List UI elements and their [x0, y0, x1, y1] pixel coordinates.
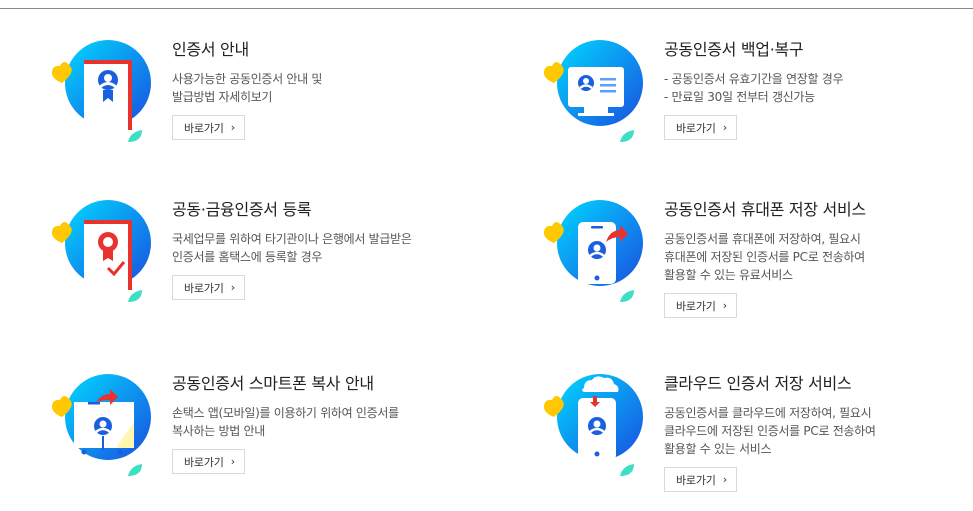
chevron-right-icon: ›: [230, 121, 235, 134]
phone-certificate-icon: [544, 200, 643, 302]
card-description: - 공동인증서 유효기간을 연장할 경우 - 만료일 30일 전부터 갱신가능: [664, 70, 973, 106]
card-title: 인증서 안내: [172, 40, 249, 59]
go-button[interactable]: 바로가기 ›: [664, 115, 737, 140]
description-line: 인증서를 홈택스에 등록할 경우: [172, 250, 323, 264]
service-card-cloud-storage: 클라우드 인증서 저장 서비스 공동인증서를 클라우드에 저장하여, 필요시 클…: [540, 374, 973, 504]
go-button[interactable]: 바로가기 ›: [172, 275, 245, 300]
monitor-certificate-icon: [544, 40, 643, 142]
description-line: - 만료일 30일 전부터 갱신가능: [664, 90, 815, 104]
card-title: 공동인증서 휴대폰 저장 서비스: [664, 200, 866, 219]
chevron-right-icon: ›: [230, 455, 235, 468]
go-button-label: 바로가기: [676, 473, 716, 487]
go-button-label: 바로가기: [184, 121, 224, 135]
cloud-certificate-icon: [544, 374, 643, 476]
chevron-right-icon: ›: [230, 281, 235, 294]
card-description: 손택스 앱(모바일)를 이용하기 위하여 인증서를 복사하는 방법 안내: [172, 404, 502, 440]
description-line: 공동인증서를 클라우드에 저장하여, 필요시: [664, 406, 872, 420]
description-line: 공동인증서를 휴대폰에 저장하여, 필요시: [664, 232, 861, 246]
service-card-certificate-info: 인증서 안내 사용가능한 공동인증서 안내 및 발급방법 자세히보기 바로가기 ›: [48, 40, 488, 170]
description-line: 활용할 수 있는 서비스: [664, 442, 772, 456]
chevron-right-icon: ›: [722, 299, 727, 312]
go-button[interactable]: 바로가기 ›: [172, 115, 245, 140]
chevron-right-icon: ›: [722, 473, 727, 486]
card-title: 클라우드 인증서 저장 서비스: [664, 374, 852, 393]
description-line: 복사하는 방법 안내: [172, 424, 265, 438]
go-button-label: 바로가기: [184, 281, 224, 295]
description-line: 손택스 앱(모바일)를 이용하기 위하여 인증서를: [172, 406, 399, 420]
go-button[interactable]: 바로가기 ›: [664, 293, 737, 318]
chevron-right-icon: ›: [722, 121, 727, 134]
card-description: 사용가능한 공동인증서 안내 및 발급방법 자세히보기: [172, 70, 502, 106]
description-line: 사용가능한 공동인증서 안내 및: [172, 72, 323, 86]
description-line: 클라우드에 저장된 인증서를 PC로 전송하여: [664, 424, 876, 438]
service-card-smartphone-copy: 공동인증서 스마트폰 복사 안내 손택스 앱(모바일)를 이용하기 위하여 인증…: [48, 374, 488, 504]
card-description: 공동인증서를 휴대폰에 저장하여, 필요시 휴대폰에 저장된 인증서를 PC로 …: [664, 230, 973, 284]
service-card-register: 공동·금융인증서 등록 국세업무를 위하여 타기관이나 은행에서 발급받은 인증…: [48, 200, 488, 330]
card-description: 국세업무를 위하여 타기관이나 은행에서 발급받은 인증서를 홈택스에 등록할 …: [172, 230, 502, 266]
service-card-backup-restore: 공동인증서 백업·복구 - 공동인증서 유효기간을 연장할 경우 - 만료일 3…: [540, 40, 973, 170]
register-certificate-icon: [52, 200, 151, 302]
card-description: 공동인증서를 클라우드에 저장하여, 필요시 클라우드에 저장된 인증서를 PC…: [664, 404, 973, 458]
card-title: 공동·금융인증서 등록: [172, 200, 312, 219]
go-button[interactable]: 바로가기 ›: [172, 449, 245, 474]
card-title: 공동인증서 백업·복구: [664, 40, 804, 59]
description-line: 국세업무를 위하여 타기관이나 은행에서 발급받은: [172, 232, 412, 246]
go-button-label: 바로가기: [676, 299, 716, 313]
description-line: 발급방법 자세히보기: [172, 90, 273, 104]
description-line: 휴대폰에 저장된 인증서를 PC로 전송하여: [664, 250, 865, 264]
description-line: - 공동인증서 유효기간을 연장할 경우: [664, 72, 844, 86]
description-line: 활용할 수 있는 유료서비스: [664, 268, 793, 282]
go-button[interactable]: 바로가기 ›: [664, 467, 737, 492]
go-button-label: 바로가기: [676, 121, 716, 135]
top-divider: [0, 8, 973, 9]
smartphone-copy-icon: [52, 374, 151, 476]
service-card-phone-storage: 공동인증서 휴대폰 저장 서비스 공동인증서를 휴대폰에 저장하여, 필요시 휴…: [540, 200, 973, 330]
card-title: 공동인증서 스마트폰 복사 안내: [172, 374, 374, 393]
certificate-document-icon: [52, 40, 151, 142]
go-button-label: 바로가기: [184, 455, 224, 469]
